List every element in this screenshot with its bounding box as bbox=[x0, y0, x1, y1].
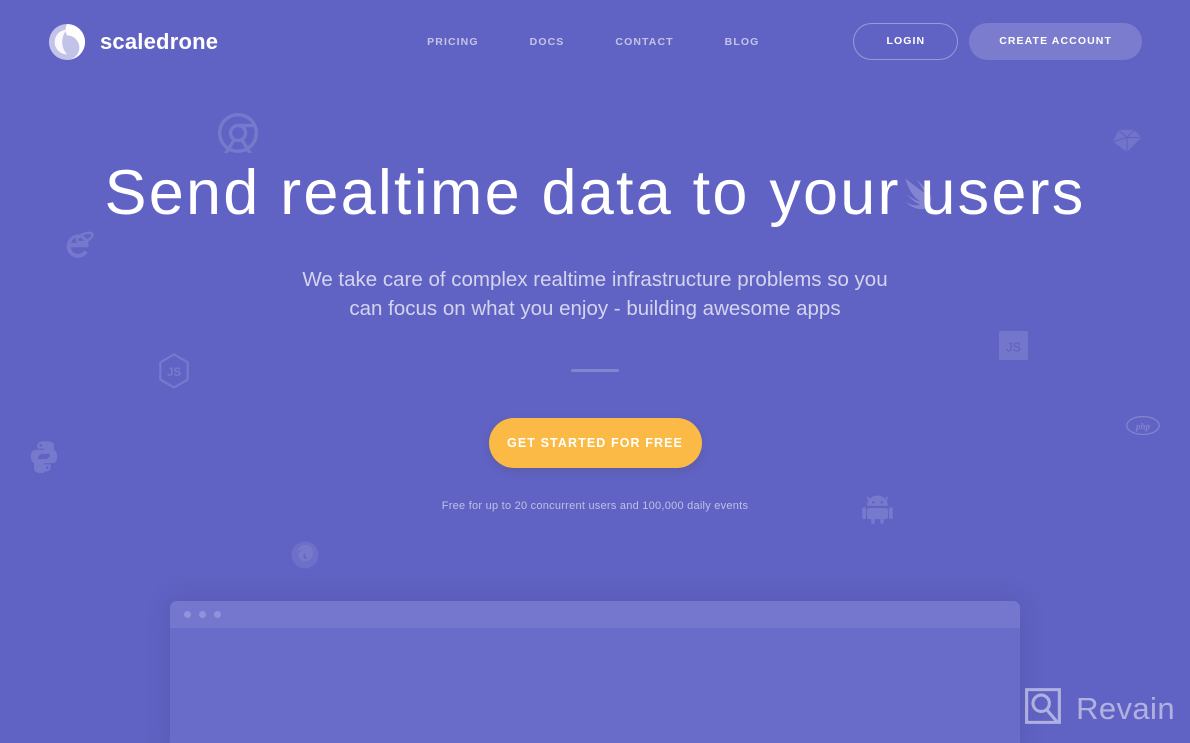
browser-mockup bbox=[170, 601, 1020, 743]
scaledrone-swirl-logo bbox=[48, 23, 86, 61]
window-dot-maximize[interactable] bbox=[214, 611, 221, 618]
cta-note: Free for up to 20 concurrent users and 1… bbox=[441, 500, 749, 513]
nav-item-docs[interactable]: DOCS bbox=[530, 36, 565, 48]
browser-title-bar bbox=[170, 601, 1020, 628]
brand-logo-link[interactable]: scaledrone bbox=[48, 23, 218, 61]
hero-subtitle: We take care of complex realtime infrast… bbox=[302, 268, 888, 321]
revain-logo-icon bbox=[1023, 686, 1063, 731]
auth-actions: LOGIN CREATE ACCOUNT bbox=[853, 23, 1142, 60]
revain-watermark: Revain bbox=[1023, 686, 1175, 731]
create-account-button[interactable]: CREATE ACCOUNT bbox=[969, 23, 1142, 60]
nav-item-blog[interactable]: BLOG bbox=[725, 36, 760, 48]
brand-name: scaledrone bbox=[100, 28, 219, 54]
divider bbox=[571, 369, 619, 373]
revain-label: Revain bbox=[1076, 690, 1175, 726]
site-header: scaledrone PRICING DOCS CONTACT BLOG LOG… bbox=[0, 0, 1190, 83]
get-started-button[interactable]: GET STARTED FOR FREE bbox=[488, 418, 702, 469]
nav-item-pricing[interactable]: PRICING bbox=[427, 36, 478, 48]
browser-content bbox=[170, 628, 1020, 743]
window-dot-minimize[interactable] bbox=[199, 611, 206, 618]
nav-item-contact[interactable]: CONTACT bbox=[615, 36, 673, 48]
firefox-icon bbox=[288, 538, 322, 572]
hero-section: Send realtime data to your users We take… bbox=[0, 83, 1190, 513]
window-dot-close[interactable] bbox=[184, 611, 191, 618]
login-button[interactable]: LOGIN bbox=[853, 23, 959, 60]
page-title: Send realtime data to your users bbox=[104, 158, 1086, 228]
main-nav: PRICING DOCS CONTACT BLOG bbox=[427, 36, 759, 48]
